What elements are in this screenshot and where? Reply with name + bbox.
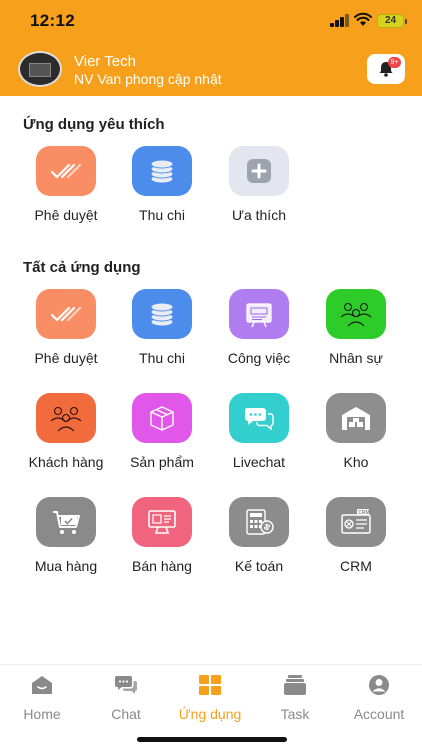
chat-icon — [115, 676, 137, 694]
app-livechat[interactable]: Livechat — [210, 393, 308, 470]
app-thu-chi-favorite[interactable]: Thu chi — [113, 146, 211, 223]
double-check-icon — [36, 289, 96, 339]
staff-group-icon — [326, 289, 386, 339]
app-cong-viec[interactable]: Công việc — [210, 289, 308, 366]
account-icon — [369, 675, 389, 695]
battery-level: 24 — [384, 15, 397, 26]
app-phe-duyet[interactable]: Phê duyệt — [17, 289, 115, 366]
nav-label: Home — [23, 706, 61, 722]
nav-chat[interactable]: Chat — [84, 675, 168, 722]
plus-icon — [229, 146, 289, 196]
calculator-icon — [229, 497, 289, 547]
app-label: Khách hàng — [28, 454, 104, 470]
nav-label: Ứng dụng — [178, 706, 242, 722]
crm-screen-icon: CRM — [326, 497, 386, 547]
nav-label: Chat — [111, 706, 141, 722]
status-time: 12:12 — [30, 11, 75, 30]
pos-terminal-icon — [132, 497, 192, 547]
app-label: Phê duyệt — [34, 207, 98, 223]
todo-board-icon — [229, 289, 289, 339]
nav-account[interactable]: Account — [337, 675, 421, 722]
app-nhan-su[interactable]: Nhân sự — [307, 289, 405, 366]
nav-label: Account — [353, 706, 405, 722]
warehouse-icon — [326, 393, 386, 443]
wifi-icon — [354, 12, 372, 26]
avatar[interactable] — [18, 51, 62, 87]
app-label: Phê duyệt — [34, 350, 98, 366]
app-thu-chi[interactable]: Thu chi — [113, 289, 211, 366]
app-label: Sản phẩm — [130, 454, 194, 470]
coins-icon — [132, 289, 192, 339]
apps-grid-icon — [199, 675, 221, 695]
notification-button[interactable]: 9+ — [367, 54, 405, 84]
coins-icon — [132, 146, 192, 196]
nav-label: Task — [280, 706, 310, 722]
signal-icon — [330, 14, 350, 27]
app-khach-hang[interactable]: Khách hàng — [17, 393, 115, 470]
app-label: CRM — [340, 558, 372, 574]
all-apps-title: Tất cả ứng dụng — [23, 259, 141, 276]
task-icon — [284, 675, 306, 695]
app-kho[interactable]: Kho — [307, 393, 405, 470]
app-label: Kế toán — [234, 558, 284, 574]
svg-text:CRM: CRM — [358, 510, 369, 516]
home-indicator[interactable] — [137, 737, 287, 742]
app-label: Mua hàng — [34, 558, 98, 574]
app-san-pham[interactable]: Sản phẩm — [113, 393, 211, 470]
app-phe-duyet-favorite[interactable]: Phê duyệt — [17, 146, 115, 223]
app-label: Kho — [343, 454, 369, 470]
app-label: Thu chi — [139, 350, 185, 366]
app-label: Thu chi — [139, 207, 185, 223]
app-label: Nhân sự — [329, 350, 383, 366]
nav-home[interactable]: Home — [0, 675, 84, 722]
app-crm[interactable]: CRM CRM — [307, 497, 405, 574]
user-name: Vier Tech — [74, 53, 136, 70]
favorites-title: Ứng dụng yêu thích — [23, 116, 165, 133]
status-bar: 12:12 24 — [0, 0, 422, 44]
box-icon — [132, 393, 192, 443]
battery-icon: 24 — [377, 14, 407, 28]
app-header: 12:12 24 Vier Tech NV Van phong cập nhật… — [0, 0, 422, 96]
app-label: Công việc — [227, 350, 291, 366]
user-role: NV Van phong cập nhật — [74, 71, 222, 87]
cart-icon — [36, 497, 96, 547]
nav-task[interactable]: Task — [253, 675, 337, 722]
app-ua-thich-favorite[interactable]: Ưa thích — [210, 146, 308, 223]
chat-bubbles-icon — [229, 393, 289, 443]
app-ban-hang[interactable]: Bán hàng — [113, 497, 211, 574]
app-ke-toan[interactable]: Kế toán — [210, 497, 308, 574]
app-label: Livechat — [232, 454, 286, 470]
app-label: Bán hàng — [132, 558, 192, 574]
app-mua-hang[interactable]: Mua hàng — [17, 497, 115, 574]
nav-apps[interactable]: Ứng dụng — [168, 675, 252, 722]
app-label: Ưa thích — [232, 207, 286, 223]
double-check-icon — [36, 146, 96, 196]
home-icon — [32, 676, 52, 694]
customers-icon — [36, 393, 96, 443]
notification-badge: 9+ — [388, 57, 401, 68]
